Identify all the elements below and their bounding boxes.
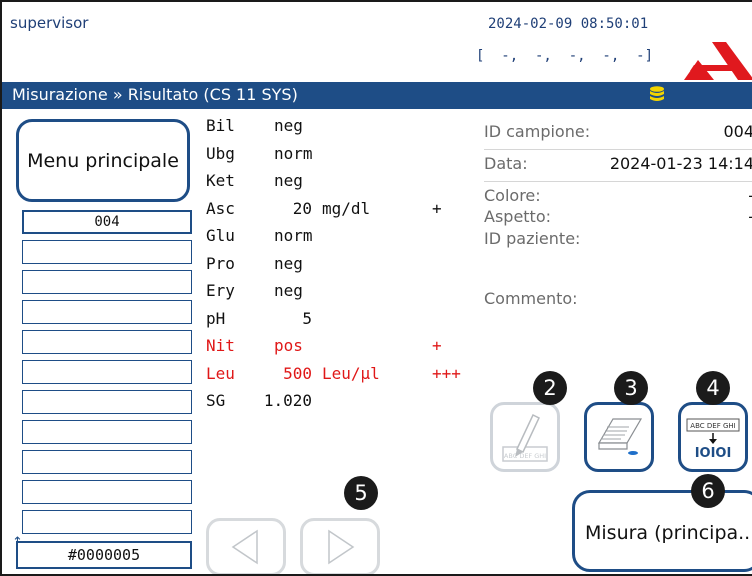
sample-list-item[interactable] — [22, 360, 192, 384]
brand-logo — [684, 42, 752, 80]
color-label: Colore: — [484, 186, 541, 205]
result-value: neg — [274, 171, 303, 190]
next-button[interactable] — [300, 518, 380, 574]
result-value: pos — [274, 336, 303, 355]
result-value: neg — [274, 116, 303, 135]
datetime-display: 2024-02-09 08:50:01 — [488, 16, 649, 32]
callout-badge-3: 3 — [614, 371, 648, 405]
sample-list-item[interactable] — [22, 480, 192, 504]
barcode-sample-text: ABC DEF GHI — [690, 422, 735, 430]
barcode-icon: ABC DEF GHI IOIOI — [686, 418, 740, 461]
result-value: norm — [274, 226, 313, 245]
result-parameter: Bil — [206, 116, 235, 135]
edit-result-button[interactable]: ABC DEF GHI — [490, 402, 560, 472]
callout-badge-6: 6 — [691, 474, 725, 508]
result-unit: mg/dl — [322, 198, 371, 218]
barcode-code-text: IOIOI — [695, 446, 732, 461]
comment-row: Commento: — [484, 289, 752, 321]
patient-id-row: ID paziente: — [484, 229, 752, 289]
page-title: Misurazione » Risultato (CS 11 SYS) — [12, 85, 298, 104]
sample-list-item[interactable] — [22, 390, 192, 414]
result-flag: + — [432, 198, 442, 218]
result-parameter: Ery — [206, 281, 235, 300]
aspect-value: - — [748, 207, 752, 226]
sample-list-item[interactable] — [22, 510, 192, 534]
result-value: 20 — [292, 198, 312, 218]
date-row: Data: 2024-01-23 14:14 — [484, 150, 752, 182]
sample-info-panel: ID campione: 004 Data: 2024-01-23 14:14 … — [484, 118, 752, 321]
sample-list: 004 — [22, 210, 192, 540]
aspect-label: Aspetto: — [484, 207, 552, 226]
result-value: 5 — [302, 308, 312, 328]
result-value: neg — [274, 253, 303, 273]
comment-label: Commento: — [484, 289, 578, 308]
date-value: 2024-01-23 14:14 — [609, 154, 752, 173]
device-status-line: [ -, -, -, -, -] — [476, 48, 654, 64]
print-button[interactable] — [584, 402, 654, 472]
sample-list-item[interactable]: 004 — [22, 210, 192, 234]
measurement-result-screen: supervisor 2024-02-09 08:50:01 [ -, -, -… — [0, 0, 752, 576]
result-flag: +++ — [432, 363, 461, 383]
arrow-left-icon — [231, 529, 258, 565]
sample-id-value: 004 — [723, 122, 752, 141]
patient-id-label: ID paziente: — [484, 229, 581, 248]
pencil-edit-icon: ABC DEF GHI — [502, 413, 548, 462]
sample-id-label: ID campione: — [484, 122, 591, 141]
result-parameter: Ubg — [206, 143, 235, 163]
sample-list-item[interactable] — [22, 240, 192, 264]
sample-list-item[interactable] — [22, 330, 192, 354]
main-menu-button[interactable]: Menu principale — [16, 119, 190, 202]
result-unit: Leu/µl — [322, 363, 380, 383]
page-title-bar: Misurazione » Risultato (CS 11 SYS) — [2, 82, 752, 109]
callout-badge-2: 2 — [533, 371, 567, 405]
sample-id-row: ID campione: 004 — [484, 118, 752, 150]
result-flag: + — [432, 336, 442, 355]
barcode-button[interactable]: ABC DEF GHI IOIOI — [678, 402, 748, 472]
status-header: supervisor 2024-02-09 08:50:01 [ -, -, -… — [2, 2, 752, 82]
result-value: norm — [274, 143, 313, 163]
result-parameter: Pro — [206, 253, 235, 273]
result-parameter: Nit — [206, 336, 235, 355]
print-document-icon — [597, 418, 643, 455]
sample-list-item[interactable] — [22, 420, 192, 444]
result-value: 500 — [283, 363, 312, 383]
previous-button[interactable] — [206, 518, 286, 574]
sample-list-item[interactable] — [22, 300, 192, 324]
callout-badge-4: 4 — [696, 371, 730, 405]
color-value: - — [748, 186, 752, 205]
sequence-counter: #0000005 — [16, 541, 192, 569]
result-value: neg — [274, 281, 303, 300]
measure-button[interactable]: Misura (principa... — [572, 490, 752, 572]
sample-list-item[interactable] — [22, 450, 192, 474]
database-icon — [650, 86, 664, 101]
aspect-row: Aspetto: - — [484, 207, 752, 229]
sample-list-item[interactable] — [22, 270, 192, 294]
result-parameter: Glu — [206, 226, 235, 245]
color-row: Colore: - — [484, 182, 752, 207]
edit-sample-text: ABC DEF GHI — [504, 452, 546, 460]
callout-badge-5: 5 — [344, 476, 378, 510]
result-parameter: Ket — [206, 171, 235, 190]
arrow-right-icon — [328, 529, 355, 565]
current-user: supervisor — [10, 14, 89, 32]
result-value: 1.020 — [263, 391, 312, 410]
date-label: Data: — [484, 154, 528, 173]
